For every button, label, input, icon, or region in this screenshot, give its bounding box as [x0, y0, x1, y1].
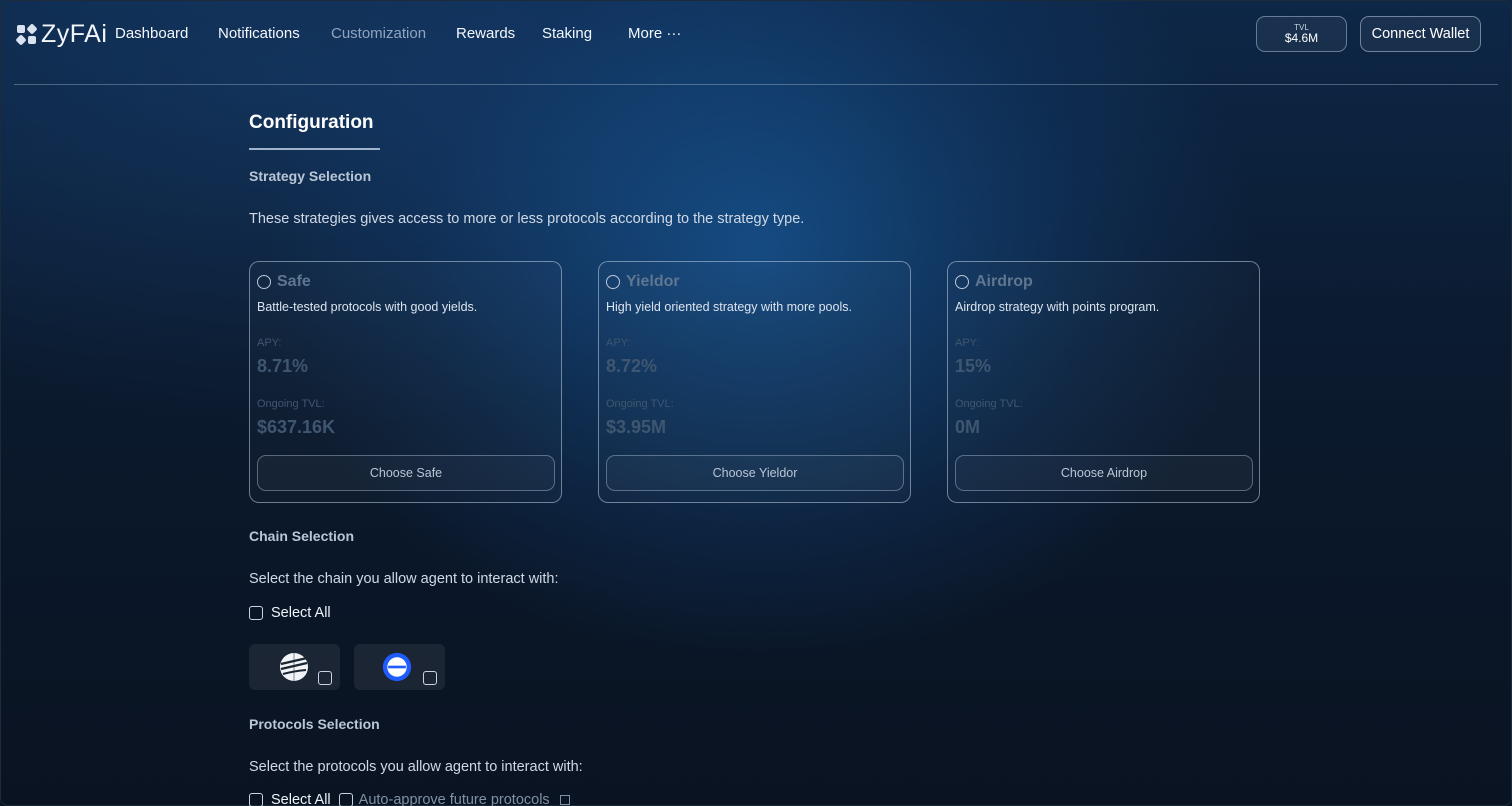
strategy-section-title: Strategy Selection: [249, 168, 372, 184]
tvl-label: Ongoing TVL:: [257, 398, 325, 410]
auto-approve-label: Auto-approve future protocols: [358, 792, 550, 806]
card-header: Airdrop: [955, 273, 1033, 291]
auto-approve-toggle[interactable]: Auto-approve future protocols: [338, 792, 570, 806]
tvl-indicator: TVL $4.6M: [1256, 16, 1347, 52]
strategy-desc: Airdrop strategy with points program.: [955, 300, 1160, 314]
card-header: Yieldor: [606, 273, 680, 291]
strategy-card-safe[interactable]: Safe Battle-tested protocols with good y…: [249, 261, 562, 503]
select-all-checkbox[interactable]: [249, 793, 263, 806]
sonic-chain-icon: [280, 653, 308, 681]
chain-select-all[interactable]: Select All: [249, 605, 331, 621]
tvl-value: $637.16K: [257, 417, 336, 437]
strategy-card-airdrop[interactable]: Airdrop Airdrop strategy with points pro…: [947, 261, 1260, 503]
connect-wallet-button[interactable]: Connect Wallet: [1360, 16, 1481, 52]
auto-approve-checkbox[interactable]: [338, 793, 353, 806]
card-header: Safe: [257, 273, 311, 291]
apy-label: APY:: [257, 337, 282, 349]
select-all-label: Select All: [271, 792, 331, 806]
chain-option-base[interactable]: [354, 644, 445, 690]
radio-icon[interactable]: [257, 275, 271, 289]
choose-safe-button[interactable]: Choose Safe: [257, 455, 555, 491]
select-all-label: Select All: [271, 605, 331, 621]
apy-label: APY:: [955, 337, 980, 349]
chain-checkbox[interactable]: [318, 671, 332, 685]
apy-value: 8.72%: [606, 356, 658, 376]
header-divider: [14, 84, 1498, 85]
top-header: ZyFAi Dashboard Notifications Customizat…: [0, 0, 1512, 86]
title-underline: [249, 148, 380, 150]
zyfai-logo-icon: [15, 22, 38, 46]
select-all-checkbox[interactable]: [249, 606, 263, 620]
tvl-value: 0M: [955, 417, 981, 437]
chain-option-sonic[interactable]: [249, 644, 340, 690]
nav-rewards[interactable]: Rewards: [456, 25, 515, 42]
chain-description: Select the chain you allow agent to inte…: [249, 571, 559, 587]
base-chain-icon: [382, 652, 412, 682]
info-icon[interactable]: [559, 795, 570, 805]
nav-more[interactable]: More ···: [628, 25, 681, 42]
apy-value: 15%: [955, 356, 992, 376]
strategy-card-yieldor[interactable]: Yieldor High yield oriented strategy wit…: [598, 261, 911, 503]
chain-checkbox[interactable]: [423, 671, 437, 685]
apy-label: APY:: [606, 337, 631, 349]
apy-value: 8.71%: [257, 356, 309, 376]
strategy-desc: Battle-tested protocols with good yields…: [257, 300, 478, 314]
chain-section-title: Chain Selection: [249, 528, 355, 544]
choose-yieldor-button[interactable]: Choose Yieldor: [606, 455, 904, 491]
choose-airdrop-button[interactable]: Choose Airdrop: [955, 455, 1253, 491]
nav-dashboard[interactable]: Dashboard: [115, 25, 188, 42]
strategy-name: Safe: [277, 273, 311, 290]
page-title: Configuration: [249, 112, 374, 133]
tvl-value: $3.95M: [606, 417, 667, 437]
strategy-description: These strategies gives access to more or…: [249, 211, 805, 227]
tvl-label: Ongoing TVL:: [955, 398, 1023, 410]
radio-icon[interactable]: [606, 275, 620, 289]
brand-logo[interactable]: ZyFAi: [15, 20, 108, 49]
nav-customization[interactable]: Customization: [331, 25, 426, 42]
nav-notifications[interactable]: Notifications: [218, 25, 300, 42]
strategy-name: Airdrop: [975, 273, 1033, 290]
nav-staking[interactable]: Staking: [542, 25, 592, 42]
protocols-select-all[interactable]: Select All: [249, 792, 331, 806]
tvl-label: Ongoing TVL:: [606, 398, 674, 410]
strategy-cards: Safe Battle-tested protocols with good y…: [249, 261, 1261, 503]
brand-name: ZyFAi: [41, 20, 108, 48]
protocols-options-row: Select All Auto-approve future protocols: [249, 792, 570, 806]
strategy-name: Yieldor: [626, 273, 680, 290]
strategy-desc: High yield oriented strategy with more p…: [606, 300, 852, 314]
radio-icon[interactable]: [955, 275, 969, 289]
protocols-description: Select the protocols you allow agent to …: [249, 759, 583, 775]
tvl-value: $4.6M: [1284, 31, 1319, 45]
protocols-section-title: Protocols Selection: [249, 716, 380, 732]
